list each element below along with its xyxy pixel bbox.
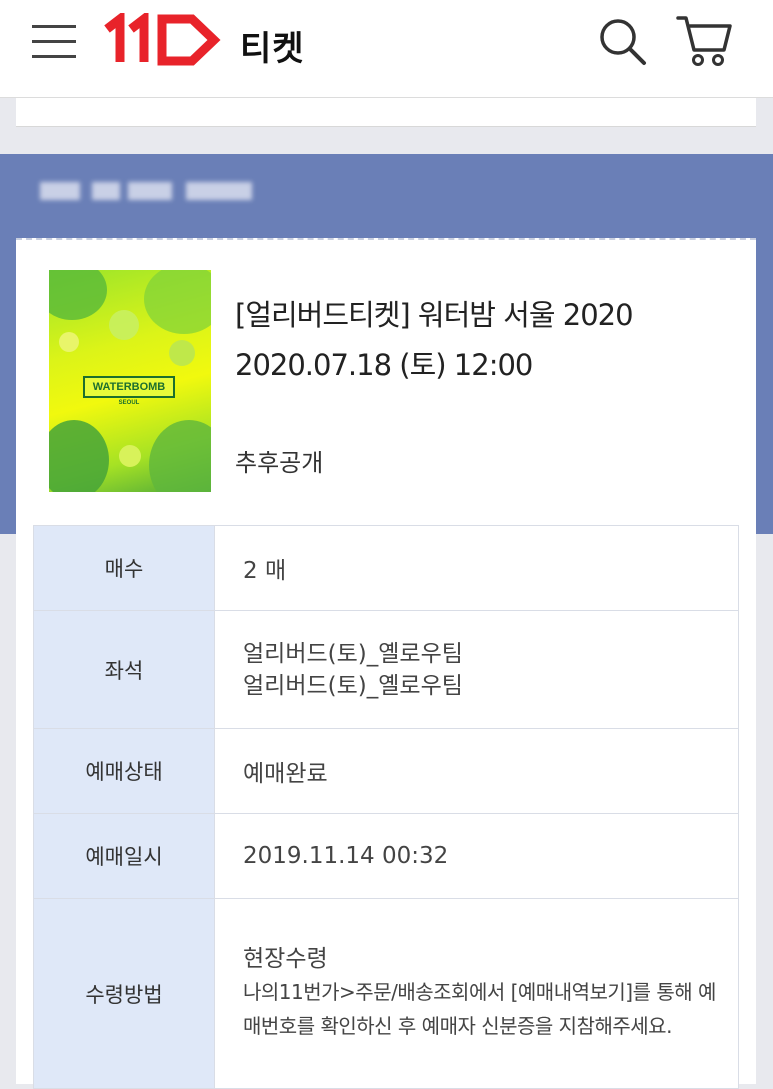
seat-item: 얼리버드(토)_옐로우팀 bbox=[243, 640, 463, 667]
event-poster-image[interactable]: WATERBOMB SEOUL bbox=[49, 270, 211, 492]
event-title: [얼리버드티켓] 워터밤 서울 2020 bbox=[235, 298, 634, 332]
seat-item: 얼리버드(토)_옐로우팀 bbox=[243, 672, 463, 699]
booking-info-table: 매수 2 매 좌석 얼리버드(토)_옐로우팀 얼리버드(토)_옐로우팀 예매상태… bbox=[33, 525, 739, 1089]
seats-value: 얼리버드(토)_옐로우팀 얼리버드(토)_옐로우팀 bbox=[214, 610, 739, 729]
ticket-brand-text[interactable]: 티켓 bbox=[240, 21, 305, 70]
table-row: 수령방법 현장수령 나의11번가>주문/배송조회에서 [예매내역보기]를 통해 … bbox=[33, 898, 739, 1089]
search-icon[interactable] bbox=[598, 16, 648, 66]
hamburger-menu-icon[interactable] bbox=[32, 23, 76, 61]
table-row: 매수 2 매 bbox=[33, 525, 739, 611]
event-venue: 추후공개 bbox=[235, 449, 324, 477]
quantity-value: 2 매 bbox=[214, 525, 739, 611]
receive-method-main: 현장수령 bbox=[243, 945, 328, 972]
11st-logo[interactable] bbox=[104, 13, 222, 67]
booked-at-label: 예매일시 bbox=[33, 813, 215, 899]
poster-logo-text: WATERBOMB bbox=[83, 376, 175, 398]
table-row: 예매상태 예매완료 bbox=[33, 728, 739, 814]
receive-method-note: 나의11번가>주문/배송조회에서 [예매내역보기]를 통해 예매번호를 확인하신… bbox=[243, 979, 716, 1038]
event-datetime: 2020.07.18 (토) 12:00 bbox=[235, 348, 533, 382]
receive-method-label: 수령방법 bbox=[33, 898, 215, 1089]
previous-card-edge bbox=[16, 98, 756, 127]
ticket-card: WATERBOMB SEOUL [얼리버드티켓] 워터밤 서울 2020 202… bbox=[16, 238, 756, 1089]
status-label: 예매상태 bbox=[33, 728, 215, 814]
seats-label: 좌석 bbox=[33, 610, 215, 729]
quantity-label: 매수 bbox=[33, 525, 215, 611]
status-value: 예매완료 bbox=[214, 728, 739, 814]
receive-method-value: 현장수령 나의11번가>주문/배송조회에서 [예매내역보기]를 통해 예매번호를… bbox=[214, 898, 739, 1089]
booked-at-value: 2019.11.14 00:32 bbox=[214, 813, 739, 899]
cart-icon[interactable] bbox=[676, 14, 732, 68]
top-header: 티켓 bbox=[0, 0, 773, 98]
table-row: 좌석 얼리버드(토)_옐로우팀 얼리버드(토)_옐로우팀 bbox=[33, 610, 739, 729]
poster-sub-text: SEOUL bbox=[118, 400, 140, 406]
blurred-label bbox=[40, 176, 252, 206]
table-row: 예매일시 2019.11.14 00:32 bbox=[33, 813, 739, 899]
